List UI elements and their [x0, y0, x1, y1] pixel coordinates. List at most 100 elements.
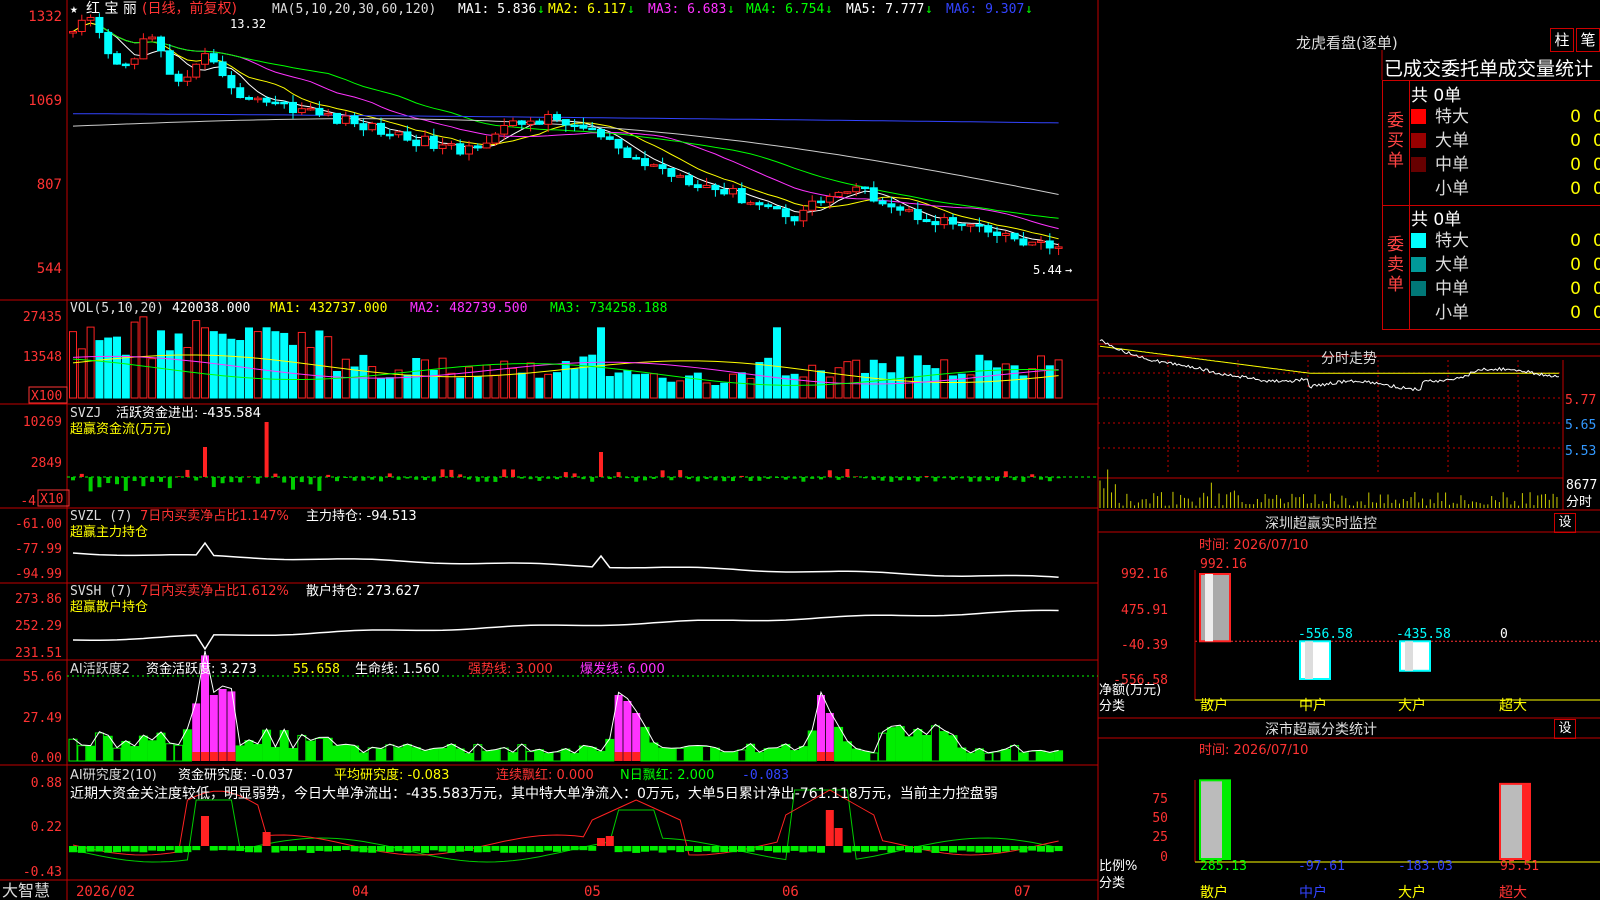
candle-body	[896, 206, 905, 211]
svsh-tick: 231.51	[15, 646, 62, 661]
candle-body	[227, 75, 236, 89]
candle-body	[86, 16, 95, 21]
ai1-bar	[649, 742, 659, 762]
volume-bar	[245, 327, 253, 399]
ai1-bar	[992, 751, 1002, 762]
ma-value: MA6: 9.307	[946, 2, 1024, 17]
candle-body	[834, 191, 843, 197]
svzj-bar	[572, 473, 577, 477]
bar-view-button[interactable]: 柱	[1550, 28, 1574, 52]
ai2-avg: 平均研究度: -0.083	[334, 767, 449, 783]
volume-bar	[957, 373, 966, 399]
volume-bar	[403, 374, 412, 399]
volume-bar	[737, 372, 746, 399]
svzj-label: SVZJ	[70, 406, 101, 421]
svzj-bar	[123, 477, 128, 491]
date-tick: 04	[352, 884, 369, 900]
svzj-bar	[467, 477, 471, 480]
ai1-bar	[209, 695, 218, 761]
ai2-bar	[157, 846, 165, 852]
ai1-bar	[939, 731, 949, 762]
ai1-bar	[860, 750, 870, 762]
ai2-bar	[597, 838, 605, 846]
svzj-bar	[951, 477, 955, 480]
ai2-bar	[993, 846, 1001, 853]
volume-bar	[869, 359, 878, 399]
sz1-settings-button[interactable]: 设	[1554, 513, 1576, 533]
svsh-tick: 252.29	[15, 619, 62, 634]
sz2-cat: 大户	[1398, 884, 1426, 900]
sz1-time: 时间: 2026/07/10	[1199, 538, 1308, 553]
volume-bar	[236, 340, 245, 399]
main-canvas[interactable]: ★ 红 宝 丽 (日线，前复权) MA(5,10,20,30,60,120) M…	[0, 0, 1600, 900]
svzj-bar	[475, 477, 480, 482]
ai1-bar	[623, 752, 632, 761]
ai1-bar	[561, 748, 571, 762]
order-percent: 0%	[1593, 231, 1600, 251]
svzj-bar	[915, 477, 920, 482]
ai2-bar	[341, 846, 350, 851]
ai2-bar	[262, 832, 271, 846]
svzj-bar	[115, 477, 119, 485]
svzl-header: SVZL (7) 7日内买卖净占比1.147% 主力持仓: -94.513 超赢…	[15, 508, 417, 582]
ai2-n-red: N日飘红: 2.000	[620, 767, 714, 783]
svzj-bar	[229, 477, 234, 483]
svzj-bar	[836, 477, 841, 480]
volume-bar	[693, 372, 702, 399]
svzj-bar	[431, 477, 436, 482]
ai1-bar	[534, 749, 544, 762]
svzj-bar	[1003, 471, 1008, 477]
volume-bar	[720, 382, 729, 399]
ai1-bar	[526, 751, 536, 762]
ai2-bar	[746, 846, 755, 852]
candle-body	[1001, 232, 1010, 236]
svzj-bar	[203, 447, 207, 477]
order-stats-box: 委买单 委卖单 共 0单 共 0单 特大 0 0% 大单 0 0% 中单 0 0% 小单 0 0% 特…	[1382, 80, 1600, 330]
svzj-bar	[299, 477, 304, 483]
svsh-ratio: 7日内买卖净占比1.612%	[140, 583, 289, 599]
svzj-bar	[1012, 477, 1017, 481]
candle-body	[262, 97, 271, 103]
ai2-bar	[517, 846, 526, 853]
candle-body	[843, 191, 852, 194]
candle-body	[949, 217, 957, 225]
ai1-bar	[420, 750, 430, 762]
ai2-bar	[324, 846, 333, 852]
ai1-bar	[693, 745, 703, 762]
volume-bar	[940, 359, 949, 399]
ai1-bar	[552, 751, 562, 762]
volume-bar	[1028, 368, 1037, 399]
svzj-bar	[238, 477, 243, 483]
order-count: 0	[1570, 155, 1581, 175]
svzj-bar	[845, 469, 850, 477]
ai2-bar	[350, 846, 359, 852]
svzj-bar	[660, 470, 665, 477]
ai1-bar	[358, 752, 368, 762]
sz2-settings-button[interactable]: 设	[1554, 719, 1576, 739]
svzj-bar	[871, 477, 876, 480]
ai2-bar	[544, 846, 553, 851]
ai2-label: AI研究度2(10)	[70, 767, 157, 783]
order-percent: 0%	[1593, 255, 1600, 275]
svzj-bar	[739, 475, 744, 477]
ma-arrow: ↓	[1025, 2, 1033, 17]
volume-bar	[306, 346, 315, 399]
ai1-bar	[1018, 752, 1028, 762]
order-percent: 0%	[1593, 155, 1600, 175]
ai1-bar	[253, 743, 263, 762]
ai1-bar	[314, 737, 324, 762]
ai2-bar	[245, 846, 253, 853]
ma-value: MA2: 6.117	[548, 2, 626, 17]
date-tick: 2026/02	[76, 884, 135, 900]
tick-view-button[interactable]: 笔	[1576, 28, 1600, 52]
intraday-panel[interactable]: 分时走势 5.77 5.65 5.53 8677 分时	[1321, 351, 1597, 510]
volume-bar	[333, 370, 341, 399]
svzj-bar	[379, 477, 383, 482]
order-count: 0	[1570, 279, 1581, 299]
candle-body	[676, 175, 685, 178]
ai1-bar	[438, 747, 448, 762]
volume-bar	[623, 369, 632, 399]
ai1-bar	[710, 747, 720, 762]
candle-body	[720, 189, 729, 195]
candle-body	[605, 136, 614, 140]
